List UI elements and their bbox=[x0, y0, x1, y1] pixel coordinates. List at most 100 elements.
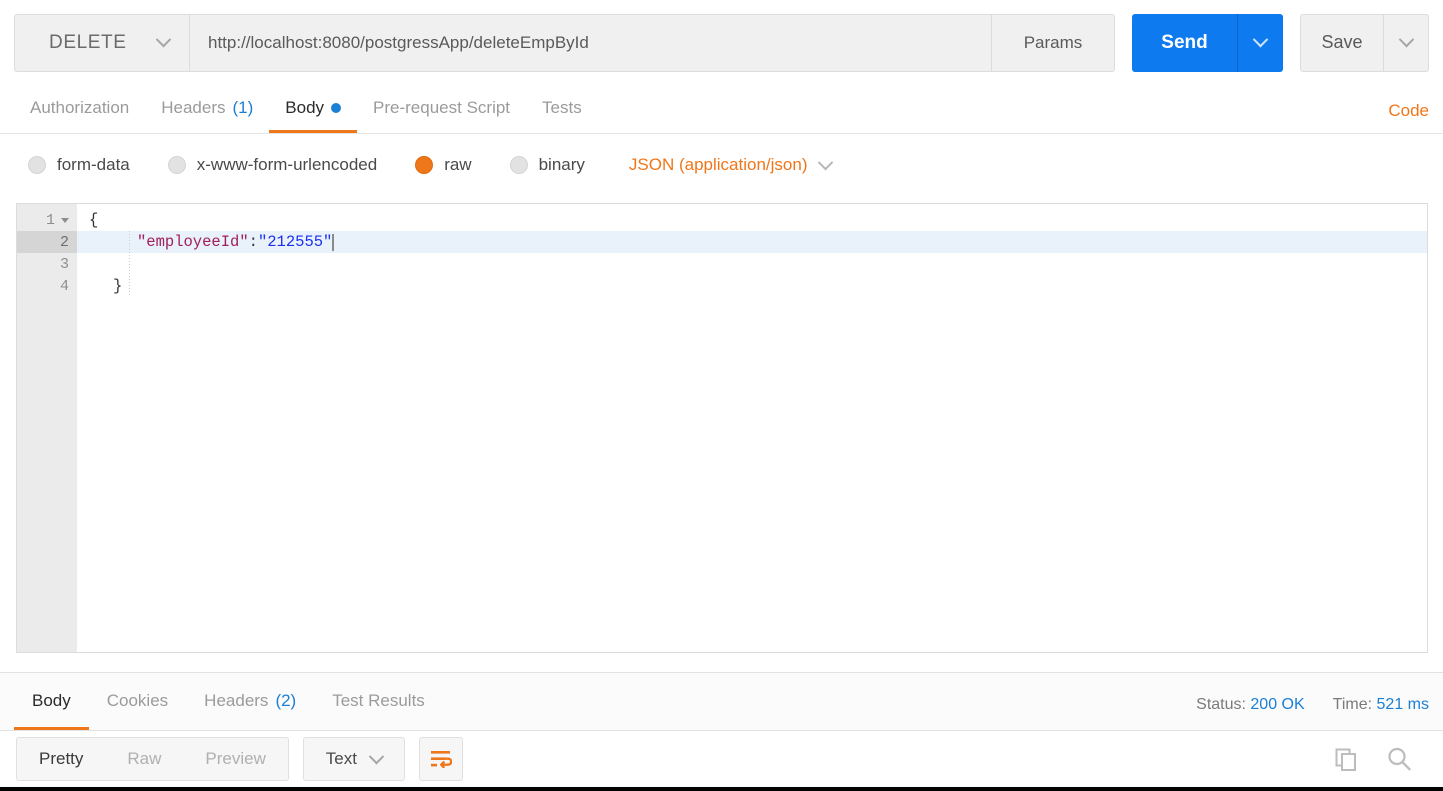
body-format-dropdown[interactable]: JSON (application/json) bbox=[628, 154, 834, 175]
line-number: 1 bbox=[45, 211, 55, 229]
status-badge: Status: 200 OK bbox=[1196, 696, 1305, 714]
send-button[interactable]: Send bbox=[1132, 13, 1237, 72]
gutter-line[interactable]: 2 bbox=[17, 231, 77, 253]
indent-guide bbox=[129, 231, 130, 297]
word-wrap-button[interactable] bbox=[418, 737, 463, 781]
status-value: 200 OK bbox=[1250, 696, 1305, 713]
chevron-down-icon bbox=[155, 31, 172, 48]
body-type-label: raw bbox=[444, 155, 472, 174]
send-button-group: Send bbox=[1132, 13, 1283, 72]
response-format-dropdown[interactable]: Text bbox=[302, 737, 405, 781]
tab-label: Tests bbox=[542, 97, 582, 117]
code-line-2[interactable]: "employeeId": "212555" bbox=[77, 231, 1427, 253]
radio-selected-icon[interactable] bbox=[415, 156, 434, 174]
response-view-mode-group: Pretty Raw Preview bbox=[16, 737, 289, 781]
body-modified-dot-icon bbox=[331, 102, 342, 113]
chevron-down-icon bbox=[818, 154, 834, 170]
tab-pre-request-script[interactable]: Pre-request Script bbox=[357, 85, 526, 133]
line-number: 4 bbox=[59, 277, 69, 295]
send-options-button[interactable] bbox=[1237, 13, 1283, 72]
radio-icon[interactable] bbox=[509, 156, 528, 174]
body-type-label: x-www-form-urlencoded bbox=[196, 155, 378, 174]
headers-count: (1) bbox=[232, 97, 254, 117]
editor-code-area[interactable]: { "employeeId": "212555" } bbox=[77, 204, 1427, 652]
copy-button[interactable] bbox=[1333, 746, 1359, 772]
code-link[interactable]: Code bbox=[1388, 101, 1429, 133]
request-bar: DELETE http://localhost:8080/postgressAp… bbox=[0, 0, 1443, 85]
response-format-label: Text bbox=[325, 749, 357, 768]
chevron-down-icon bbox=[368, 748, 385, 764]
search-button[interactable] bbox=[1385, 745, 1413, 773]
json-open-brace: { bbox=[89, 211, 99, 229]
radio-icon[interactable] bbox=[28, 156, 46, 174]
window-bottom-edge bbox=[0, 787, 1443, 791]
code-line-3[interactable] bbox=[77, 253, 1427, 275]
body-type-label: form-data bbox=[57, 155, 130, 174]
body-type-binary[interactable]: binary bbox=[509, 155, 585, 175]
body-type-form-data[interactable]: form-data bbox=[28, 155, 130, 175]
response-headers-count: (2) bbox=[275, 690, 297, 710]
body-format-label: JSON (application/json) bbox=[628, 155, 808, 174]
code-line-4[interactable]: } bbox=[77, 275, 1427, 297]
line-number: 2 bbox=[59, 233, 69, 251]
tab-body[interactable]: Body bbox=[269, 85, 358, 133]
body-type-urlencoded[interactable]: x-www-form-urlencoded bbox=[167, 155, 378, 175]
fold-arrow-icon[interactable] bbox=[61, 217, 69, 223]
search-icon bbox=[1388, 747, 1411, 771]
radio-icon[interactable] bbox=[167, 156, 186, 174]
tab-label: Headers bbox=[161, 97, 226, 117]
copy-icon bbox=[1335, 748, 1356, 771]
tab-headers[interactable]: Headers (1) bbox=[145, 85, 269, 133]
request-body-editor[interactable]: 1 2 3 4 { "employeeId": "212555" } bbox=[16, 203, 1428, 653]
response-tab-cookies[interactable]: Cookies bbox=[89, 674, 186, 730]
status-label: Status: bbox=[1196, 696, 1246, 713]
tab-label: Authorization bbox=[30, 97, 130, 117]
time-value: 521 ms bbox=[1376, 696, 1429, 713]
tab-label: Body bbox=[285, 97, 325, 117]
http-method-label: DELETE bbox=[49, 31, 127, 53]
time-badge: Time: 521 ms bbox=[1333, 696, 1429, 714]
chevron-down-icon bbox=[1252, 31, 1269, 48]
request-tabs: Authorization Headers (1) Body Pre-reque… bbox=[0, 85, 1443, 134]
response-actions bbox=[1333, 745, 1427, 773]
url-input[interactable]: http://localhost:8080/postgressApp/delet… bbox=[189, 13, 991, 72]
save-button[interactable]: Save bbox=[1300, 13, 1383, 72]
json-key: "employeeId" bbox=[137, 233, 249, 251]
save-button-group: Save bbox=[1300, 13, 1429, 72]
tab-authorization[interactable]: Authorization bbox=[14, 85, 145, 133]
tab-label: Test Results bbox=[332, 690, 425, 710]
response-tab-headers[interactable]: Headers (2) bbox=[186, 674, 314, 730]
params-button[interactable]: Params bbox=[991, 13, 1115, 72]
body-type-row: form-data x-www-form-urlencoded raw bina… bbox=[0, 134, 1443, 196]
save-options-button[interactable] bbox=[1383, 13, 1429, 72]
view-mode-raw[interactable]: Raw bbox=[105, 738, 183, 780]
tab-label: Headers bbox=[204, 690, 269, 710]
time-label: Time: bbox=[1332, 696, 1373, 713]
response-tab-body[interactable]: Body bbox=[14, 674, 89, 730]
tab-label: Cookies bbox=[106, 690, 169, 710]
editor-gutter: 1 2 3 4 bbox=[17, 204, 77, 652]
view-mode-preview[interactable]: Preview bbox=[183, 738, 287, 780]
gutter-line[interactable]: 3 bbox=[17, 253, 77, 275]
tab-label: Body bbox=[32, 690, 71, 710]
line-number: 3 bbox=[59, 255, 69, 273]
code-line-1[interactable]: { bbox=[77, 209, 1427, 231]
chevron-down-icon bbox=[1398, 31, 1414, 48]
text-cursor bbox=[332, 233, 334, 251]
response-tab-test-results[interactable]: Test Results bbox=[314, 674, 443, 730]
response-meta: Status: 200 OK Time: 521 ms bbox=[1196, 696, 1429, 730]
json-close-brace: } bbox=[113, 277, 123, 295]
gutter-line[interactable]: 4 bbox=[17, 275, 77, 297]
word-wrap-icon bbox=[430, 751, 452, 768]
gutter-line[interactable]: 1 bbox=[17, 209, 77, 231]
response-tabs: Body Cookies Headers (2) Test Results St… bbox=[0, 673, 1443, 731]
body-type-label: binary bbox=[538, 155, 585, 174]
body-type-raw[interactable]: raw bbox=[415, 155, 472, 175]
json-value: "212555" bbox=[257, 233, 333, 251]
response-toolbar: Pretty Raw Preview Text bbox=[0, 731, 1443, 787]
tab-label: Pre-request Script bbox=[373, 97, 511, 117]
http-method-dropdown[interactable]: DELETE bbox=[14, 13, 189, 72]
json-colon: : bbox=[248, 233, 258, 251]
view-mode-pretty[interactable]: Pretty bbox=[17, 738, 105, 780]
tab-tests[interactable]: Tests bbox=[526, 85, 598, 133]
